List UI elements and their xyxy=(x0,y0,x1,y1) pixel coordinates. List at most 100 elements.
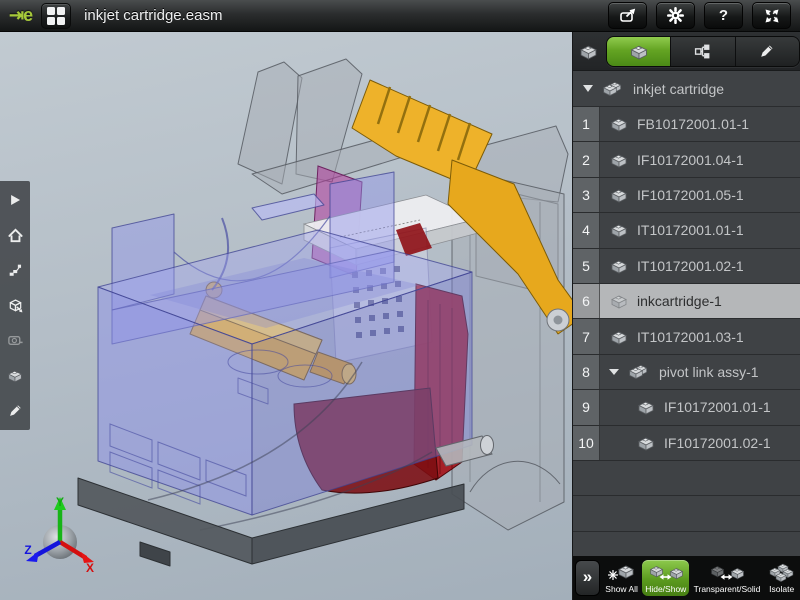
triad-y-label: Y xyxy=(56,495,64,509)
row-number: 5 xyxy=(573,249,600,283)
tree-row-child[interactable]: 9 IF10172001.01-1 xyxy=(573,390,800,425)
empty-row xyxy=(573,496,800,532)
transparent-solid-icon xyxy=(709,562,745,583)
components-button[interactable] xyxy=(6,367,24,385)
explode-view-icon xyxy=(7,297,24,314)
grid-dot xyxy=(47,7,55,15)
tree-row-selected[interactable]: 6 inkcartridge-1 xyxy=(573,284,800,319)
help-icon: ? xyxy=(719,7,728,24)
assembly-icon xyxy=(627,363,651,381)
tab-components[interactable] xyxy=(607,37,671,66)
part-label: IF10172001.05-1 xyxy=(637,187,744,203)
transparent-solid-button[interactable]: Transparent/Solid xyxy=(691,560,764,596)
tree-row[interactable]: 3 IF10172001.05-1 xyxy=(573,178,800,213)
help-button[interactable]: ? xyxy=(704,2,743,29)
action-label: Isolate xyxy=(769,584,794,594)
grid-dot xyxy=(57,17,65,25)
row-number: 9 xyxy=(573,390,600,424)
fullscreen-icon xyxy=(764,8,780,24)
part-label: FB10172001.01-1 xyxy=(637,116,749,132)
panel-tabs xyxy=(606,36,800,67)
tab-markup[interactable] xyxy=(736,37,799,66)
tab-tree-view[interactable] xyxy=(671,37,735,66)
isolate-button[interactable]: Isolate xyxy=(765,560,799,596)
row-number: 10 xyxy=(573,426,600,460)
assembly-icon xyxy=(601,80,625,98)
components-brick-icon xyxy=(578,43,599,60)
explode-view-button[interactable] xyxy=(6,296,24,314)
action-label: Hide/Show xyxy=(645,584,686,594)
actions-group: Show All Hide/Show xyxy=(601,560,800,596)
grid-dot xyxy=(47,17,55,25)
play-button[interactable] xyxy=(6,191,24,209)
components-panel: inkjet cartridge 1 FB10172001.01-1 2 IF1… xyxy=(572,32,800,600)
hide-show-icon xyxy=(648,562,684,583)
component-tree: inkjet cartridge 1 FB10172001.01-1 2 IF1… xyxy=(573,71,800,556)
part-icon xyxy=(636,435,656,451)
disclosure-triangle-icon[interactable] xyxy=(583,85,593,92)
part-icon xyxy=(636,399,656,415)
row-number: 4 xyxy=(573,213,600,247)
tree-row-child[interactable]: 10 IF10172001.02-1 xyxy=(573,426,800,461)
top-bar: ⇥e inkjet cartridge.easm xyxy=(0,0,800,32)
step-through-icon xyxy=(7,262,23,278)
disclosure-triangle-icon[interactable] xyxy=(609,369,619,375)
part-label: IF10172001.04-1 xyxy=(637,152,744,168)
view-toolbar xyxy=(0,181,30,430)
panel-header xyxy=(573,32,800,71)
components-icon xyxy=(6,368,24,383)
triad-x-label: X xyxy=(86,561,94,575)
home-icon xyxy=(7,227,24,244)
row-number: 6 xyxy=(573,284,600,318)
fullscreen-button[interactable] xyxy=(752,2,791,29)
empty-row xyxy=(573,532,800,556)
tree-row[interactable]: 8 pivot link assy-1 xyxy=(573,355,800,390)
display-actions-bar: » Show All xyxy=(573,556,800,600)
part-label: IF10172001.01-1 xyxy=(664,399,771,415)
row-number: 7 xyxy=(573,319,600,353)
grid-apps-icon[interactable] xyxy=(41,3,71,29)
part-icon xyxy=(609,258,629,274)
measure-icon xyxy=(7,332,24,349)
show-all-button[interactable]: Show All xyxy=(602,560,641,596)
home-view-button[interactable] xyxy=(6,226,24,244)
isolate-icon xyxy=(768,562,796,583)
markup-button[interactable] xyxy=(6,402,24,420)
share-icon xyxy=(619,8,637,23)
3d-viewport[interactable]: Y X Z xyxy=(0,32,572,600)
part-icon xyxy=(609,329,629,345)
share-button[interactable] xyxy=(608,2,647,29)
tree-row[interactable]: 4 IT10172001.01-1 xyxy=(573,213,800,248)
grid-dot xyxy=(57,7,65,15)
collapse-panel-button[interactable]: » xyxy=(575,560,600,596)
row-number: 8 xyxy=(573,355,600,389)
step-through-button[interactable] xyxy=(6,261,24,279)
play-icon xyxy=(8,193,22,207)
settings-gear-icon xyxy=(667,7,684,24)
part-label: IT10172001.03-1 xyxy=(637,329,744,345)
part-label: inkcartridge-1 xyxy=(637,293,722,309)
tree-row[interactable]: 1 FB10172001.01-1 xyxy=(573,107,800,142)
markup-pencil-icon xyxy=(8,403,23,418)
tree-row[interactable]: 7 IT10172001.03-1 xyxy=(573,319,800,354)
hide-show-button[interactable]: Hide/Show xyxy=(642,560,689,596)
part-icon xyxy=(609,116,629,132)
tree-row[interactable]: 5 IT10172001.02-1 xyxy=(573,249,800,284)
part-icon xyxy=(609,152,629,168)
part-label: IF10172001.02-1 xyxy=(664,435,771,451)
components-tab-icon xyxy=(628,43,650,60)
part-icon xyxy=(609,222,629,238)
settings-button[interactable] xyxy=(656,2,695,29)
part-label: IT10172001.02-1 xyxy=(637,258,744,274)
tree-root-label: inkjet cartridge xyxy=(633,81,724,97)
tree-row[interactable]: 2 IF10172001.04-1 xyxy=(573,142,800,177)
edrawings-logo: ⇥e xyxy=(9,5,32,26)
measure-button[interactable] xyxy=(6,332,24,350)
part-label: IT10172001.01-1 xyxy=(637,222,744,238)
double-chevron-icon: » xyxy=(583,567,592,587)
document-title: inkjet cartridge.easm xyxy=(84,7,222,24)
top-bar-actions: ? xyxy=(608,2,791,29)
tree-root-row[interactable]: inkjet cartridge xyxy=(573,71,800,107)
part-icon xyxy=(609,187,629,203)
show-all-icon xyxy=(607,562,637,583)
